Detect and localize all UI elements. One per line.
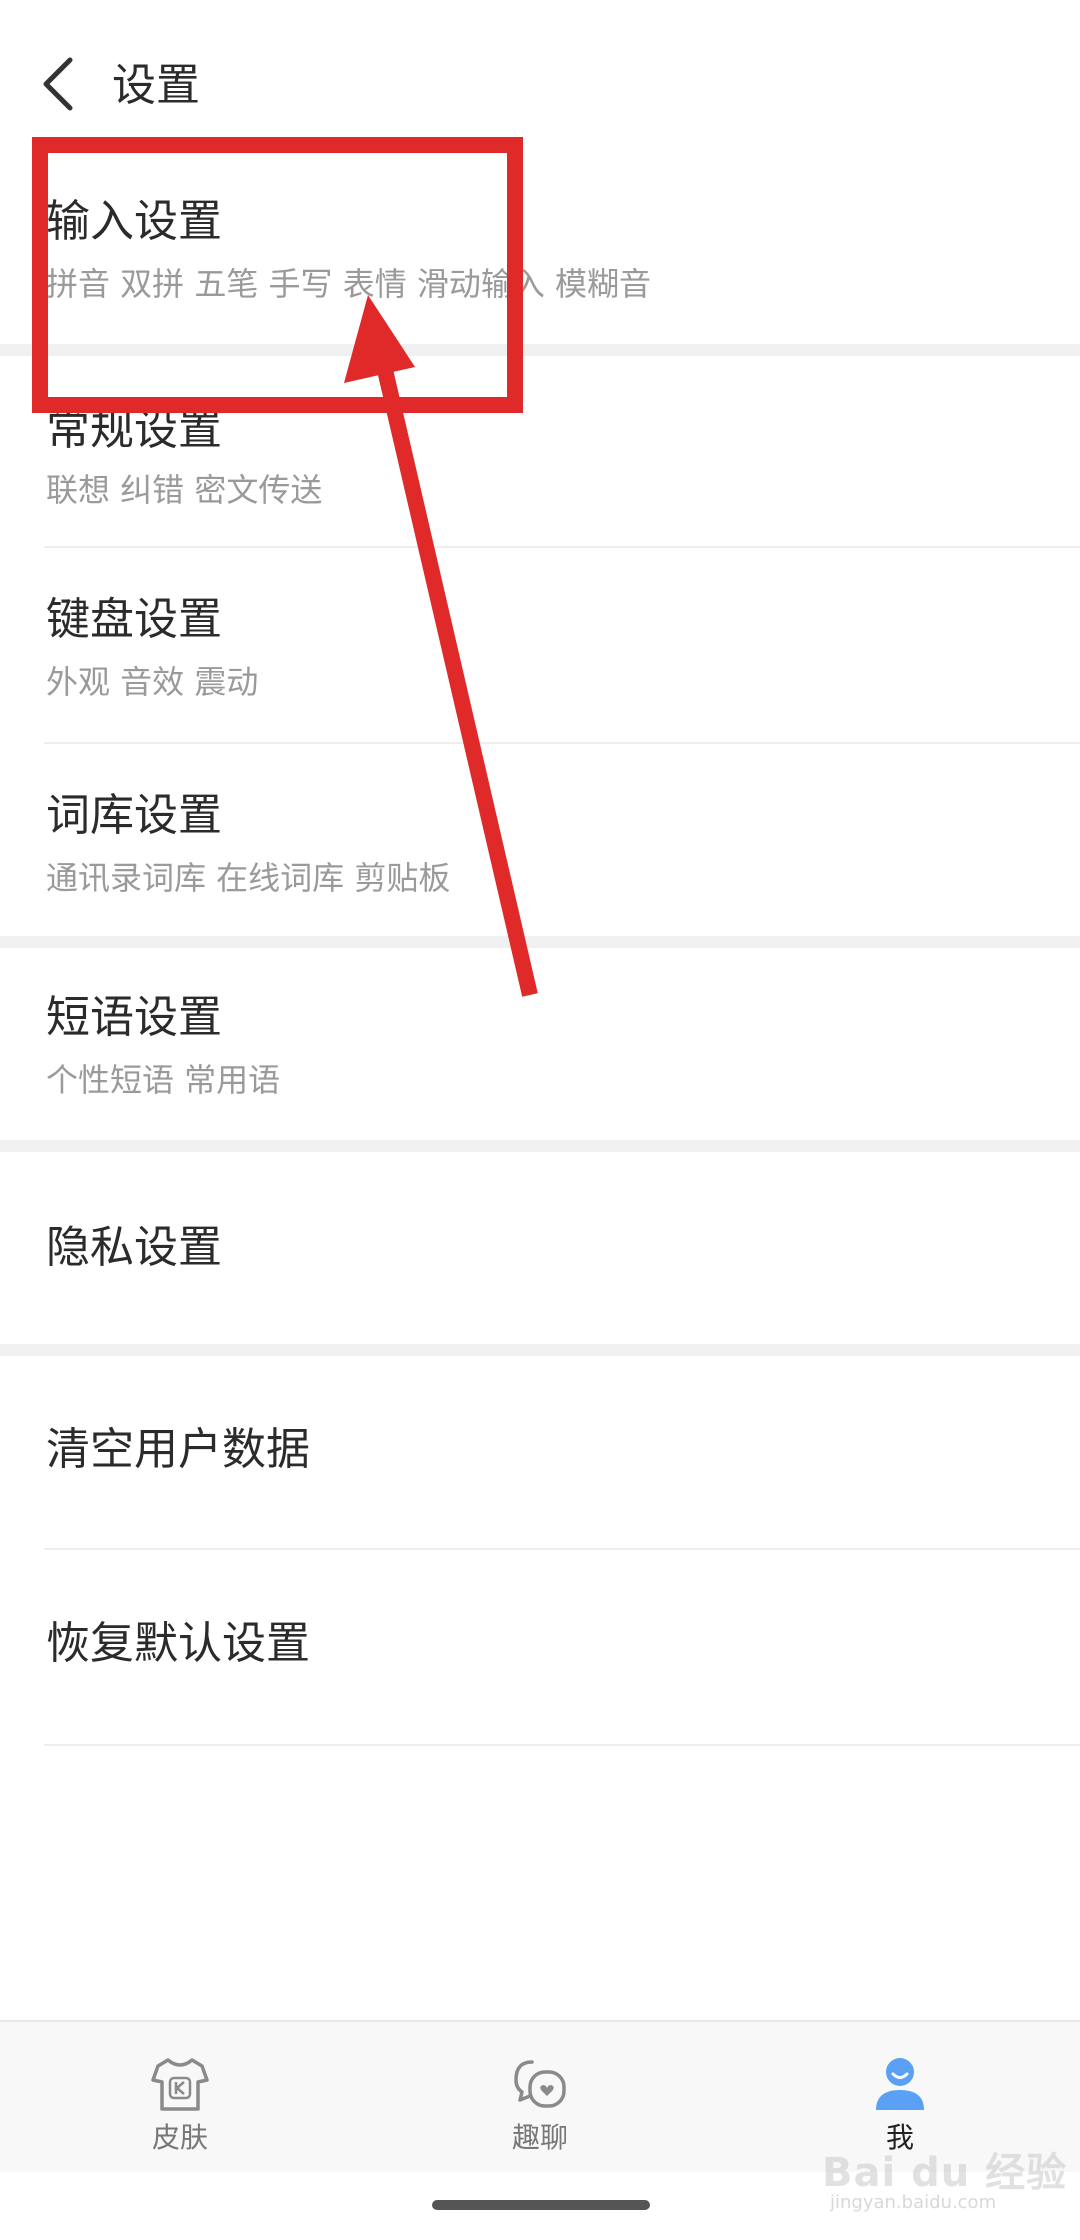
divider	[44, 742, 1080, 744]
settings-item-subtitle: 通讯录词库 在线词库 剪贴板	[46, 859, 451, 897]
settings-item-title: 输入设置	[46, 196, 222, 247]
section-gap	[0, 344, 1080, 356]
settings-item-title: 词库设置	[46, 790, 222, 841]
settings-item-dictionary[interactable]: 词库设置 通讯录词库 在线词库 剪贴板	[0, 746, 1080, 936]
tab-chat[interactable]: 趣聊	[440, 2022, 640, 2172]
page-title: 设置	[112, 60, 200, 111]
settings-item-title: 清空用户数据	[46, 1424, 310, 1475]
settings-item-privacy[interactable]: 隐私设置	[0, 1152, 1080, 1344]
settings-item-title: 常规设置	[46, 404, 222, 455]
settings-item-phrases[interactable]: 短语设置 个性短语 常用语	[0, 948, 1080, 1140]
user-icon	[876, 2058, 924, 2110]
settings-item-input[interactable]: 输入设置 拼音 双拼 五笔 手写 表情 滑动输入 模糊音	[0, 180, 1080, 340]
settings-item-clear-data[interactable]: 清空用户数据	[0, 1356, 1080, 1550]
top-bar: 设置	[0, 0, 1080, 170]
back-button[interactable]	[28, 44, 88, 124]
settings-item-title: 恢复默认设置	[46, 1618, 310, 1669]
bottom-tab-bar: 皮肤 趣聊 我	[0, 2020, 1080, 2172]
settings-item-subtitle: 联想 纠错 密文传送	[46, 471, 323, 509]
section-gap	[0, 1140, 1080, 1152]
settings-item-subtitle: 个性短语 常用语	[46, 1061, 281, 1099]
divider	[44, 1744, 1080, 1746]
chat-bubbles-icon	[514, 2060, 566, 2108]
section-gap	[0, 936, 1080, 948]
settings-item-title: 键盘设置	[46, 594, 222, 645]
settings-item-subtitle: 拼音 双拼 五笔 手写 表情 滑动输入 模糊音	[46, 265, 652, 303]
settings-item-general[interactable]: 常规设置 联想 纠错 密文传送	[0, 356, 1080, 548]
settings-item-title: 隐私设置	[46, 1222, 222, 1273]
settings-item-keyboard[interactable]: 键盘设置 外观 音效 震动	[0, 550, 1080, 744]
tab-label: 趣聊	[511, 2121, 568, 2154]
chevron-left-icon	[43, 57, 73, 111]
settings-item-title: 短语设置	[46, 992, 222, 1043]
home-indicator[interactable]	[432, 2200, 650, 2210]
settings-item-subtitle: 外观 音效 震动	[46, 663, 259, 701]
tab-label: 皮肤	[151, 2121, 208, 2154]
section-gap	[0, 1344, 1080, 1356]
tab-me[interactable]: 我	[800, 2022, 1000, 2172]
tab-label: 我	[885, 2121, 914, 2154]
divider	[44, 1548, 1080, 1550]
settings-item-restore-defaults[interactable]: 恢复默认设置	[0, 1552, 1080, 1746]
tab-skin[interactable]: 皮肤	[80, 2022, 280, 2172]
watermark-url: jingyan.baidu.com	[830, 2192, 997, 2213]
tshirt-icon	[151, 2058, 209, 2111]
divider	[44, 546, 1080, 548]
